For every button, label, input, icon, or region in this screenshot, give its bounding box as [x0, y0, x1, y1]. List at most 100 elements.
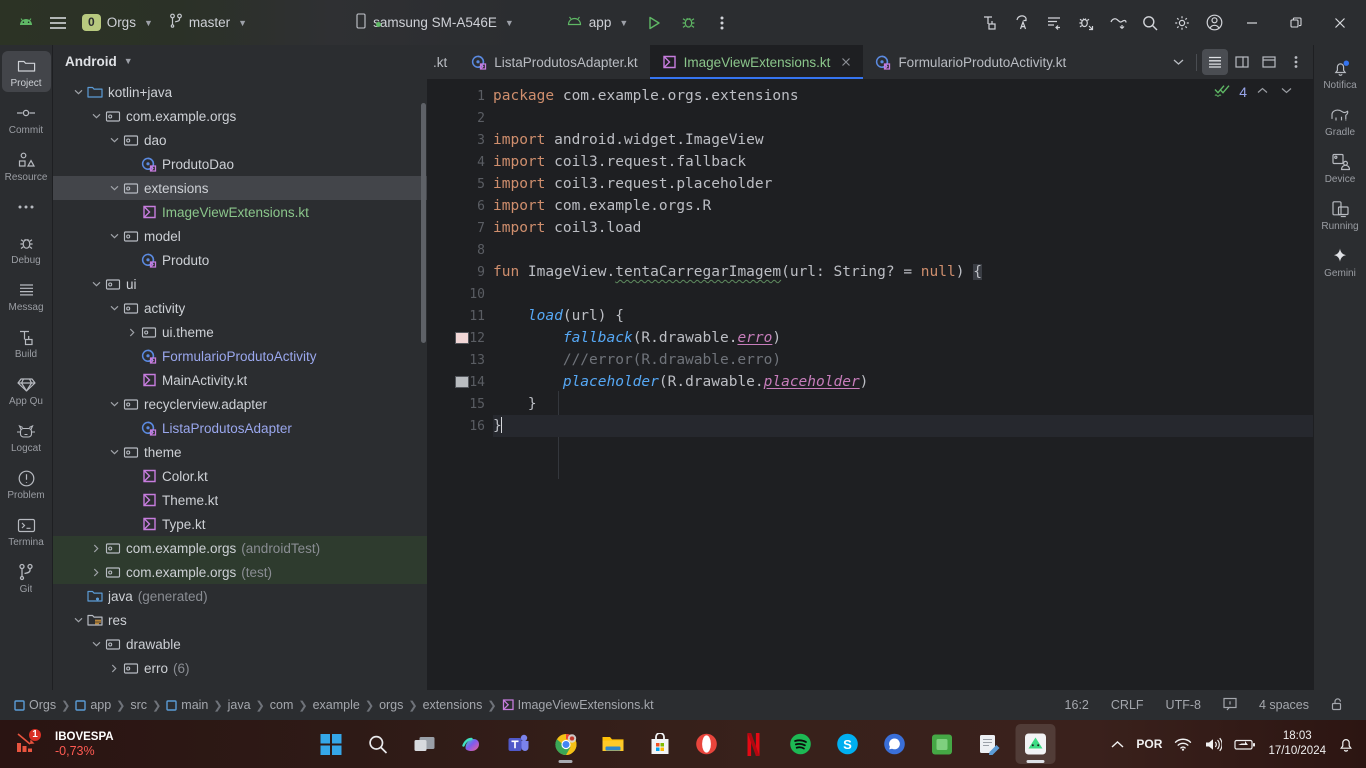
breadcrumb-item[interactable]: main [162, 696, 212, 714]
chevron-down-icon[interactable] [89, 113, 103, 119]
unlocked-padlock-icon[interactable] [1328, 695, 1348, 716]
more-vertical-icon[interactable] [706, 7, 738, 39]
chevron-down-icon[interactable] [89, 641, 103, 647]
code-line[interactable]: ///error(R.drawable.erro) [493, 349, 1313, 371]
hamburger-menu-icon[interactable] [42, 7, 74, 39]
inspection-widget[interactable]: 4 [1214, 83, 1295, 100]
tree-node[interactable]: erro (6) [53, 656, 427, 680]
task-view-icon[interactable] [405, 724, 445, 764]
tree-node[interactable]: com.example.orgs [53, 104, 427, 128]
tree-node[interactable]: ui [53, 272, 427, 296]
code-line[interactable] [493, 239, 1313, 261]
battery-icon[interactable] [1234, 738, 1256, 751]
clock[interactable]: 18:03 17/10/2024 [1268, 729, 1326, 759]
tree-node[interactable]: activity [53, 296, 427, 320]
breadcrumb-item[interactable]: ImageViewExtensions.kt [498, 696, 658, 714]
editor-tab[interactable]: FormularioProdutoActivity.kt [863, 45, 1078, 79]
sidebar-item-running-devices[interactable]: Running [1316, 194, 1365, 235]
prev-problem-icon[interactable] [1254, 86, 1271, 97]
sidebar-item-resource-manager[interactable]: Resource [2, 145, 51, 186]
code-line[interactable]: } [493, 415, 1313, 437]
chrome-icon[interactable] [546, 724, 586, 764]
chevron-down-icon[interactable] [107, 185, 121, 191]
sidebar-item-commit[interactable]: Commit [2, 98, 51, 139]
code-line[interactable]: placeholder(R.drawable.placeholder) [493, 371, 1313, 393]
gutter-color-swatch[interactable] [455, 376, 469, 388]
chevron-down-icon[interactable] [107, 137, 121, 143]
caret-position[interactable]: 16:2 [1062, 696, 1092, 714]
breadcrumb-item[interactable]: src [126, 696, 151, 714]
sidebar-item-notifications[interactable]: Notifica [1316, 53, 1365, 94]
chevron-down-icon[interactable] [1165, 49, 1191, 75]
file-structure-icon[interactable] [1202, 49, 1228, 75]
close-icon[interactable] [1318, 1, 1362, 45]
chevron-down-icon[interactable] [107, 449, 121, 455]
project-selector[interactable]: 0 Orgs ▼ [74, 9, 161, 37]
start-button[interactable] [311, 724, 351, 764]
tree-node[interactable]: Theme.kt [53, 488, 427, 512]
line-separator[interactable]: CRLF [1108, 696, 1147, 714]
breadcrumb-item[interactable]: extensions [419, 696, 487, 714]
tree-node[interactable]: FormularioProdutoActivity [53, 344, 427, 368]
android-studio-icon[interactable] [1015, 724, 1056, 764]
code-line[interactable]: package com.example.orgs.extensions [493, 85, 1313, 107]
indent-setting[interactable]: 4 spaces [1256, 696, 1312, 714]
more-vertical-icon[interactable] [1283, 49, 1309, 75]
tree-scrollbar[interactable] [421, 103, 426, 343]
sidebar-item-device-manager[interactable]: Device [1316, 147, 1365, 188]
notepad-icon[interactable] [969, 724, 1009, 764]
news-widget[interactable]: 1 IBOVESPA -0,73% [0, 728, 114, 760]
microsoft-store-icon[interactable] [640, 724, 680, 764]
tree-node[interactable]: theme [53, 440, 427, 464]
profiler-icon[interactable] [1102, 7, 1134, 39]
tree-node[interactable]: drawable [53, 632, 427, 656]
preview-icon[interactable] [1256, 49, 1282, 75]
spotify-icon[interactable] [781, 724, 821, 764]
tree-node[interactable]: ProdutoDao [53, 152, 427, 176]
search-icon[interactable] [358, 724, 398, 764]
code-line[interactable]: } [493, 393, 1313, 415]
tree-node[interactable]: extensions [53, 176, 427, 200]
netflix-icon[interactable] [734, 724, 774, 764]
chevron-down-icon[interactable] [107, 233, 121, 239]
minimize-icon[interactable] [1230, 1, 1274, 45]
sidebar-more-button[interactable] [2, 192, 51, 222]
code-line[interactable] [493, 283, 1313, 305]
tree-node[interactable]: Color.kt [53, 464, 427, 488]
tree-node[interactable]: recyclerview.adapter [53, 392, 427, 416]
inspections-icon[interactable] [1038, 7, 1070, 39]
close-icon[interactable] [841, 55, 851, 70]
restore-icon[interactable] [1274, 1, 1318, 45]
skype-icon[interactable]: S [828, 724, 868, 764]
breadcrumb-item[interactable]: java [224, 696, 255, 714]
gear-icon[interactable] [1166, 7, 1198, 39]
tree-node[interactable]: model [53, 224, 427, 248]
editor-tab[interactable]: ListaProdutosAdapter.kt [459, 45, 649, 79]
tree-node[interactable]: com.example.orgs (test) [53, 560, 427, 584]
search-icon[interactable] [1134, 7, 1166, 39]
breadcrumb-item[interactable]: example [309, 696, 364, 714]
tree-node[interactable]: res [53, 608, 427, 632]
tree-node[interactable]: ImageViewExtensions.kt [53, 200, 427, 224]
tree-node[interactable]: com.example.orgs (androidTest) [53, 536, 427, 560]
editor-tab[interactable]: ImageViewExtensions.kt [649, 45, 864, 79]
tree-node[interactable]: dao [53, 128, 427, 152]
code-content[interactable]: package com.example.orgs.extensions impo… [493, 79, 1313, 690]
breadcrumb-item[interactable]: com [266, 696, 298, 714]
sidebar-item-problems[interactable]: Problem [2, 463, 51, 504]
project-view-selector[interactable]: Android ▼ [53, 45, 427, 77]
tree-node[interactable]: MainActivity.kt [53, 368, 427, 392]
tree-node[interactable]: kotlin+java [53, 80, 427, 104]
code-line[interactable]: load(url) { [493, 305, 1313, 327]
tree-node[interactable]: Type.kt [53, 512, 427, 536]
breadcrumb-item[interactable]: orgs [375, 696, 407, 714]
chevron-right-icon[interactable] [125, 328, 139, 337]
sidebar-item-build[interactable]: Build [2, 322, 51, 363]
tree-node[interactable]: ListaProdutosAdapter [53, 416, 427, 440]
language-indicator[interactable]: POR [1136, 737, 1162, 751]
wifi-icon[interactable] [1174, 737, 1192, 751]
green-app-icon[interactable] [922, 724, 962, 764]
chevron-down-icon[interactable] [107, 401, 121, 407]
tree-node[interactable]: java (generated) [53, 584, 427, 608]
sidebar-item-project[interactable]: Project [1, 51, 51, 92]
